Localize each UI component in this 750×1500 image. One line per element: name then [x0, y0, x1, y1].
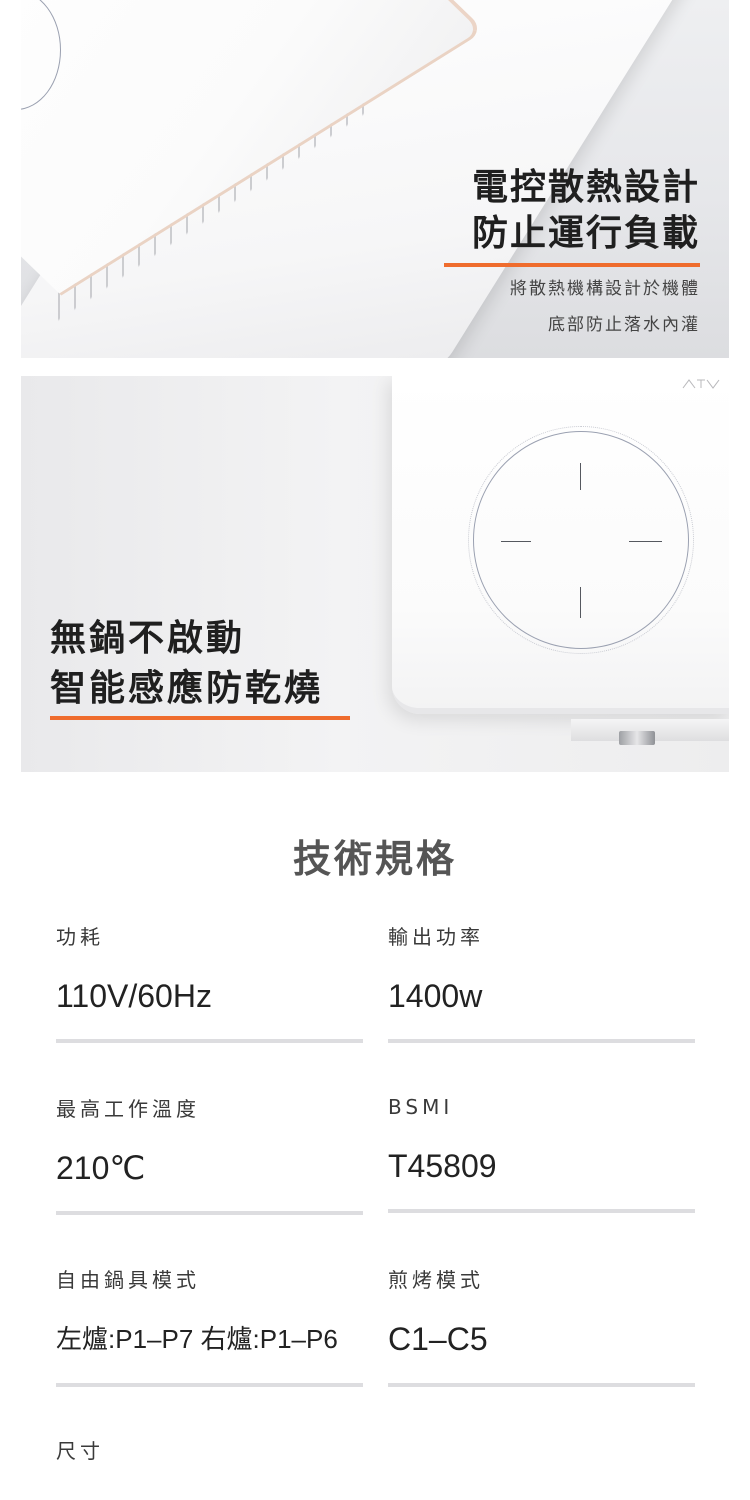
spec-item-max-temperature: 最高工作溫度 210℃	[56, 1095, 363, 1188]
sensor-title-underline	[50, 716, 350, 720]
spec-value: 110V/60Hz	[56, 978, 212, 1014]
spec-value: 1400w	[388, 978, 483, 1014]
heat-subtitle-line-1: 將散熱機構設計於機體	[510, 279, 700, 299]
spec-label: 煎烤模式	[388, 1268, 484, 1292]
spec-label: 尺寸	[56, 1439, 104, 1463]
sensor-title-line-2: 智能感應防乾燒	[50, 668, 324, 709]
spec-label: 最高工作溫度	[56, 1097, 200, 1121]
spec-heading: 技術規格	[292, 837, 457, 881]
spec-item-output-power: 輸出功率 1400w	[388, 923, 695, 1016]
heat-title-line-1: 電控散熱設計	[471, 167, 700, 208]
spec-divider	[56, 1039, 363, 1043]
heating-zone-ring	[473, 431, 689, 649]
spec-value: 左爐:P1–P7 右爐:P1–P6	[56, 1324, 338, 1354]
spec-label: 輸出功率	[388, 925, 484, 949]
heat-text-block: 電控散熱設計 防止運行負載 將散熱機構設計於機體 底部防止落水內灌	[444, 165, 700, 339]
zone-tick-right	[629, 541, 662, 542]
brand-logo-icon	[681, 379, 721, 391]
spec-item-power-consumption: 功耗 110V/60Hz	[56, 923, 363, 1016]
spec-divider	[388, 1209, 695, 1213]
spec-value: 210℃	[56, 1150, 146, 1186]
zone-tick-bottom	[580, 587, 581, 618]
spec-divider	[388, 1383, 695, 1387]
spec-label: BSMI	[388, 1095, 454, 1119]
heat-subtitle-line-2: 底部防止落水內灌	[548, 315, 700, 335]
cooker-knob-image	[619, 731, 655, 745]
sensor-text-block: 無鍋不啟動 智能感應防乾燒	[50, 614, 350, 720]
spec-divider	[388, 1039, 695, 1043]
zone-tick-top	[580, 463, 581, 490]
heat-title-line-2: 防止運行負載	[471, 213, 700, 254]
spec-label: 功耗	[56, 925, 104, 949]
sensor-title-line-1: 無鍋不啟動	[50, 618, 246, 659]
spec-item-bsmi: BSMI T45809	[388, 1093, 695, 1186]
spec-divider	[56, 1383, 363, 1387]
spec-item-cookware-mode: 自由鍋具模式 左爐:P1–P7 右爐:P1–P6	[56, 1266, 363, 1359]
zone-tick-left	[501, 541, 531, 542]
spec-item-grill-mode: 煎烤模式 C1–C5	[388, 1266, 695, 1359]
spec-value: T45809	[388, 1148, 497, 1184]
spec-value: C1–C5	[388, 1321, 488, 1357]
spec-label: 自由鍋具模式	[56, 1268, 200, 1292]
spec-divider	[56, 1211, 363, 1215]
heat-dissipation-banner: 電控散熱設計 防止運行負載 將散熱機構設計於機體 底部防止落水內灌	[21, 0, 729, 358]
pan-detection-banner: 無鍋不啟動 智能感應防乾燒	[21, 376, 729, 772]
heat-title-underline	[444, 263, 700, 267]
spec-item-dimensions: 尺寸	[56, 1437, 363, 1490]
